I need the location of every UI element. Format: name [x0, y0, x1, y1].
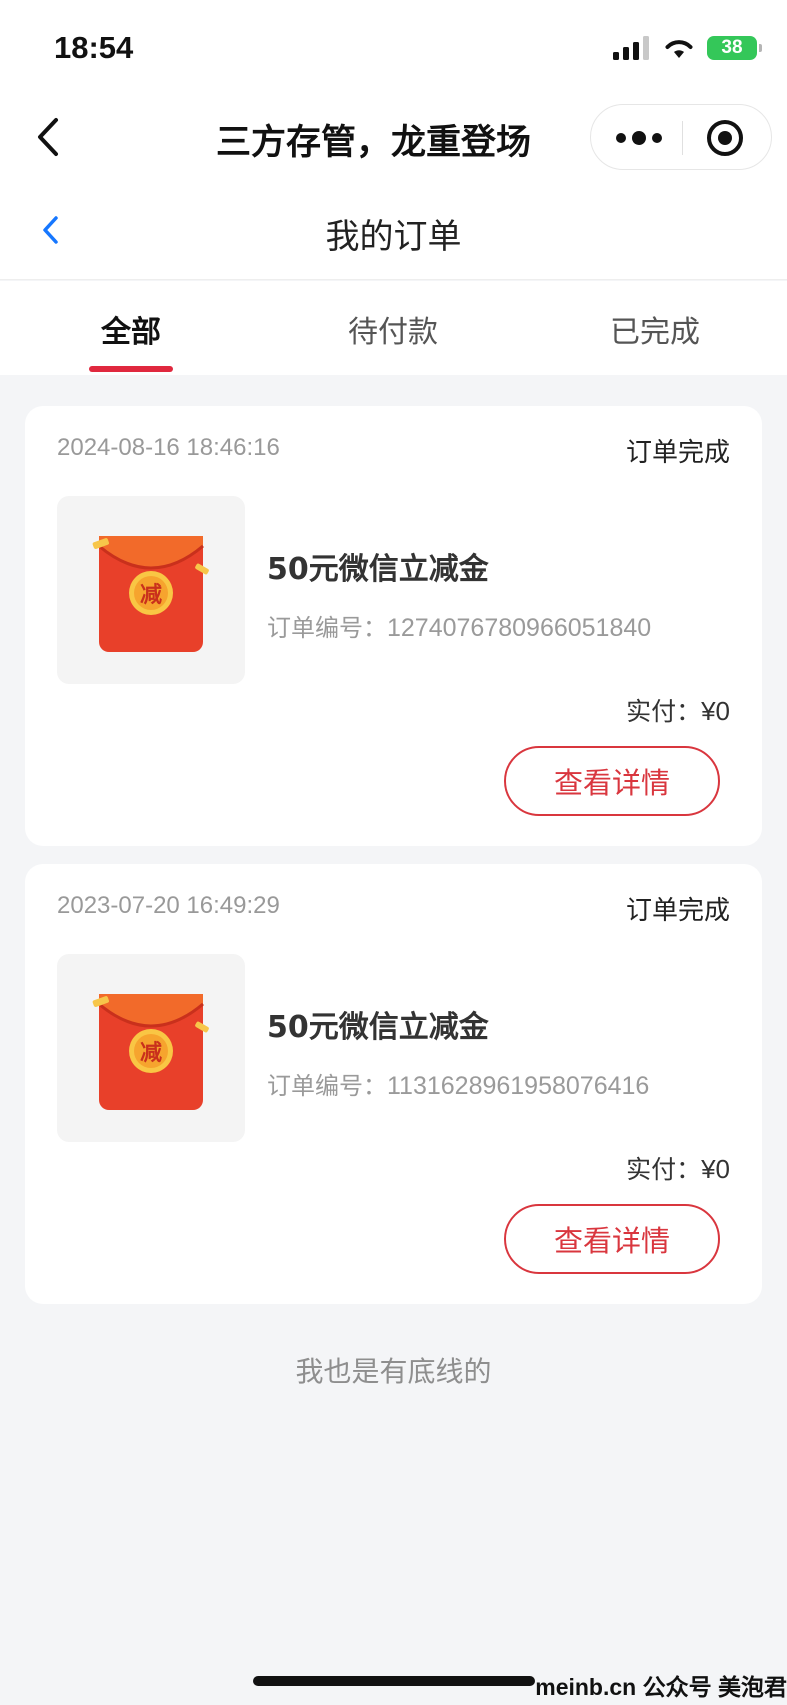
order-number: 订单编号：1274076780966051840 [267, 608, 651, 643]
paid-amount: 实付：¥0 [626, 1150, 730, 1186]
view-details-button[interactable]: 查看详情 [504, 746, 720, 816]
paid-amount: 实付：¥0 [626, 692, 730, 728]
order-date: 2024-08-16 18:46:16 [57, 434, 280, 461]
order-number-value: 1131628961958076416 [387, 1072, 650, 1100]
paid-label: 实付： [626, 697, 702, 726]
end-of-list-note: 我也是有底线的 [295, 1355, 492, 1388]
close-mini-program-icon[interactable] [705, 118, 745, 158]
envelope-label: 减 [140, 1040, 162, 1066]
view-details-button[interactable]: 查看详情 [504, 1204, 720, 1274]
paid-label: 实付： [626, 1155, 702, 1184]
tab-completed[interactable]: 已完成 [524, 307, 786, 351]
paid-value: ¥0 [701, 696, 730, 726]
wifi-icon [665, 40, 693, 58]
red-envelope-icon: 减 [92, 536, 209, 652]
mini-program-nav-bar: 三方存管，龙重登场 [0, 92, 787, 182]
battery-level: 38 [721, 37, 743, 58]
status-time: 18:54 [54, 30, 134, 65]
paid-value: ¥0 [701, 1154, 730, 1184]
capsule-divider [682, 121, 683, 155]
order-number-label: 订单编号： [267, 614, 387, 642]
order-tabs: 全部 待付款 已完成 [0, 281, 787, 375]
order-card[interactable]: 2023-07-20 16:49:29 订单完成 减 50元微信立减金 订单编号… [25, 864, 762, 1304]
status-bar: 18:54 38 [0, 0, 787, 92]
order-card[interactable]: 2024-08-16 18:46:16 订单完成 减 50元微信立减金 订单编号… [25, 406, 762, 846]
order-number-label: 订单编号： [267, 1072, 387, 1100]
capsule-menu [590, 104, 772, 170]
order-number: 订单编号：1131628961958076416 [267, 1066, 649, 1101]
status-icons: 38 [613, 34, 762, 62]
order-status: 订单完成 [625, 438, 730, 468]
page-title: 我的订单 [325, 217, 462, 257]
order-date: 2023-07-20 16:49:29 [57, 892, 280, 919]
cellular-signal-icon [613, 36, 649, 60]
more-options-icon[interactable] [613, 127, 665, 149]
product-name: 50元微信立减金 [267, 552, 489, 587]
tab-pending-payment[interactable]: 待付款 [262, 307, 524, 351]
active-tab-indicator [89, 366, 173, 372]
tab-all[interactable]: 全部 [0, 307, 262, 351]
envelope-label: 减 [140, 582, 162, 608]
order-status: 订单完成 [625, 896, 730, 926]
product-thumbnail: 减 [57, 496, 245, 684]
page-header: 我的订单 [0, 182, 787, 280]
watermark-text: meinb.cn 公众号 美泡君 [535, 1674, 787, 1700]
product-thumbnail: 减 [57, 954, 245, 1142]
red-envelope-icon: 减 [92, 994, 209, 1110]
home-indicator[interactable] [253, 1676, 535, 1686]
product-name: 50元微信立减金 [267, 1010, 489, 1045]
battery-icon: 38 [707, 36, 762, 60]
order-number-value: 1274076780966051840 [387, 614, 652, 642]
